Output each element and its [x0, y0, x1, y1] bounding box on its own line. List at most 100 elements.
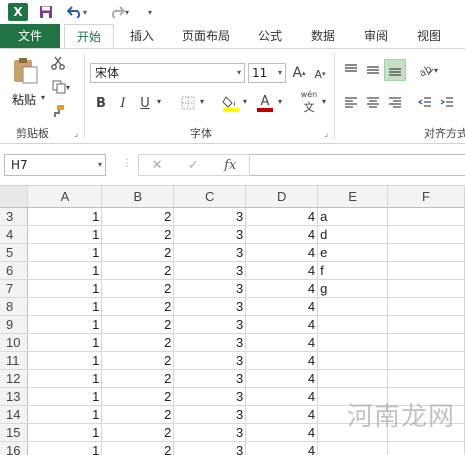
- cell-c7[interactable]: 3: [173, 279, 247, 298]
- cell-b4[interactable]: 2: [101, 225, 175, 244]
- cell-b9[interactable]: 2: [101, 315, 175, 334]
- cell-b5[interactable]: 2: [101, 243, 175, 262]
- cell-a8[interactable]: 1: [27, 297, 103, 316]
- cell-b14[interactable]: 2: [101, 405, 175, 424]
- shrink-font-button[interactable]: A ▾: [313, 66, 327, 82]
- cell-d15[interactable]: 4: [245, 423, 319, 442]
- font-size-select[interactable]: 11 ▾: [248, 63, 286, 83]
- cell-a11[interactable]: 1: [27, 351, 103, 370]
- row-header[interactable]: 11: [0, 351, 29, 370]
- formula-bar-splitter[interactable]: ⋮: [122, 158, 132, 169]
- borders-dropdown-icon[interactable]: ▾: [198, 97, 206, 106]
- borders-icon[interactable]: [180, 95, 196, 111]
- row-header[interactable]: 7: [0, 279, 29, 298]
- customize-qat-icon[interactable]: ▾: [144, 3, 156, 21]
- cell-d12[interactable]: 4: [245, 369, 319, 388]
- fill-color-icon[interactable]: [222, 93, 240, 113]
- font-color-button[interactable]: A: [256, 93, 274, 113]
- align-top-icon[interactable]: [342, 61, 360, 79]
- cell-b6[interactable]: 2: [101, 261, 175, 280]
- cell-d6[interactable]: 4: [245, 261, 319, 280]
- cell-e5[interactable]: e: [317, 243, 389, 262]
- column-header-e[interactable]: E: [317, 186, 389, 208]
- paste-label[interactable]: 粘贴: [12, 91, 36, 108]
- row-header[interactable]: 6: [0, 261, 29, 280]
- align-right-icon[interactable]: [386, 95, 404, 111]
- cell-f8[interactable]: [387, 297, 465, 316]
- row-header[interactable]: 8: [0, 297, 29, 316]
- cell-a7[interactable]: 1: [27, 279, 103, 298]
- cell-f12[interactable]: [387, 369, 465, 388]
- cell-a9[interactable]: 1: [27, 315, 103, 334]
- bold-button[interactable]: B: [94, 95, 108, 111]
- formula-input[interactable]: [250, 154, 465, 176]
- italic-button[interactable]: I: [116, 95, 130, 111]
- insert-function-icon[interactable]: fx: [224, 158, 236, 173]
- tab-review[interactable]: 审阅: [358, 24, 394, 48]
- undo-icon[interactable]: ▾: [66, 3, 88, 21]
- cell-b13[interactable]: 2: [101, 387, 175, 406]
- cell-a6[interactable]: 1: [27, 261, 103, 280]
- cell-e10[interactable]: [317, 333, 389, 352]
- increase-indent-icon[interactable]: [438, 95, 456, 111]
- cell-d4[interactable]: 4: [245, 225, 319, 244]
- row-header[interactable]: 12: [0, 369, 29, 388]
- cell-c3[interactable]: 3: [173, 207, 247, 226]
- column-header-b[interactable]: B: [101, 186, 175, 208]
- cell-c11[interactable]: 3: [173, 351, 247, 370]
- cell-c8[interactable]: 3: [173, 297, 247, 316]
- tab-page-layout[interactable]: 页面布局: [176, 24, 236, 48]
- cell-c4[interactable]: 3: [173, 225, 247, 244]
- cell-a16[interactable]: 1: [27, 441, 103, 455]
- cell-c9[interactable]: 3: [173, 315, 247, 334]
- cell-d14[interactable]: 4: [245, 405, 319, 424]
- tab-data[interactable]: 数据: [305, 24, 341, 48]
- font-name-select[interactable]: 宋体 ▾: [90, 63, 245, 83]
- cell-f6[interactable]: [387, 261, 465, 280]
- phonetic-guide-button[interactable]: wén 文: [298, 90, 320, 114]
- cancel-icon[interactable]: ✕: [152, 158, 163, 173]
- cell-b12[interactable]: 2: [101, 369, 175, 388]
- row-header[interactable]: 13: [0, 387, 29, 406]
- cell-a3[interactable]: 1: [27, 207, 103, 226]
- tab-view[interactable]: 视图: [411, 24, 447, 48]
- enter-icon[interactable]: ✓: [188, 158, 199, 173]
- align-bottom-icon[interactable]: [384, 59, 406, 81]
- decrease-indent-icon[interactable]: [416, 95, 434, 111]
- cell-b3[interactable]: 2: [101, 207, 175, 226]
- cell-e12[interactable]: [317, 369, 389, 388]
- cell-f11[interactable]: [387, 351, 465, 370]
- cell-a5[interactable]: 1: [27, 243, 103, 262]
- row-header[interactable]: 4: [0, 225, 29, 244]
- cell-c14[interactable]: 3: [173, 405, 247, 424]
- tab-file[interactable]: 文件: [0, 24, 60, 48]
- cell-d10[interactable]: 4: [245, 333, 319, 352]
- row-header[interactable]: 15: [0, 423, 29, 442]
- cell-e6[interactable]: f: [317, 261, 389, 280]
- cell-e7[interactable]: g: [317, 279, 389, 298]
- cell-d7[interactable]: 4: [245, 279, 319, 298]
- cell-d3[interactable]: 4: [245, 207, 319, 226]
- tab-home[interactable]: 开始: [64, 24, 114, 48]
- cell-a13[interactable]: 1: [27, 387, 103, 406]
- font-launcher-icon[interactable]: ⌟: [324, 129, 328, 139]
- cell-e4[interactable]: d: [317, 225, 389, 244]
- fill-color-dropdown-icon[interactable]: ▾: [241, 97, 249, 106]
- cell-c12[interactable]: 3: [173, 369, 247, 388]
- underline-button[interactable]: U: [138, 95, 152, 111]
- paste-icon[interactable]: [8, 55, 42, 87]
- format-painter-icon[interactable]: [50, 103, 66, 119]
- column-header-f[interactable]: F: [387, 186, 465, 208]
- cell-a4[interactable]: 1: [27, 225, 103, 244]
- column-header-a[interactable]: A: [27, 186, 103, 208]
- cell-d11[interactable]: 4: [245, 351, 319, 370]
- redo-icon[interactable]: ▾: [108, 3, 130, 21]
- cell-c13[interactable]: 3: [173, 387, 247, 406]
- row-header[interactable]: 9: [0, 315, 29, 334]
- copy-icon[interactable]: ▾: [50, 79, 72, 95]
- select-all-corner[interactable]: [0, 186, 29, 208]
- cell-a10[interactable]: 1: [27, 333, 103, 352]
- cell-c6[interactable]: 3: [173, 261, 247, 280]
- cell-c16[interactable]: 3: [173, 441, 247, 455]
- cell-f10[interactable]: [387, 333, 465, 352]
